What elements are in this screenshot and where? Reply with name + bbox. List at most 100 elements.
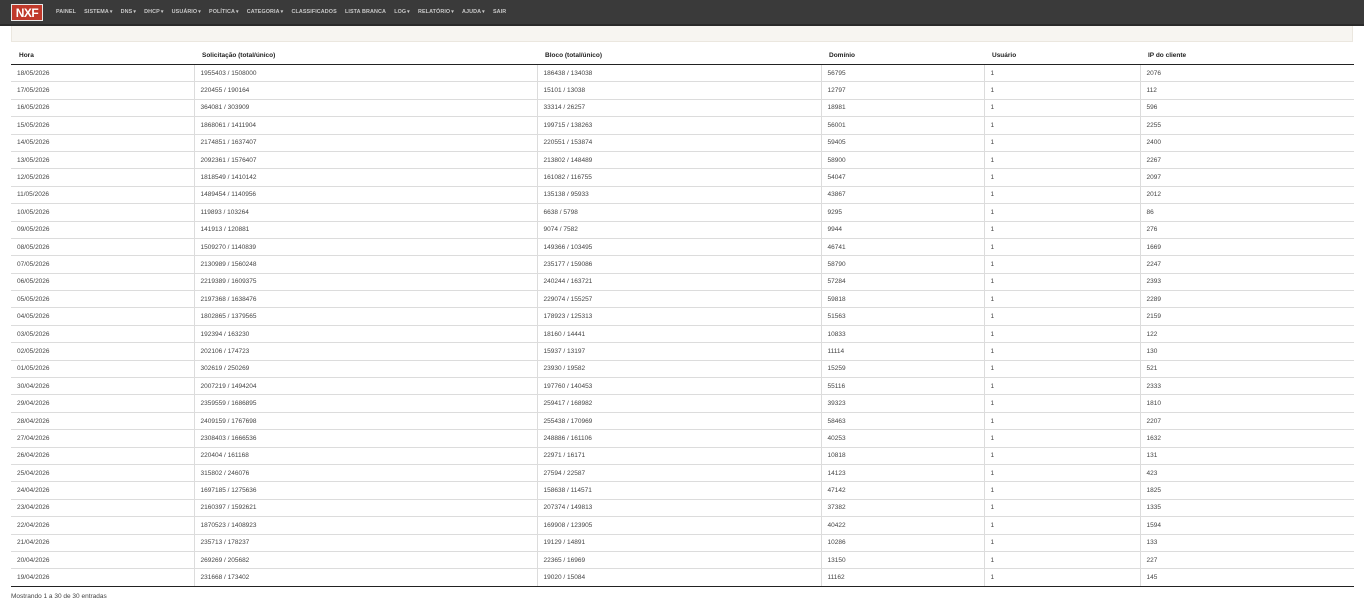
table-cell: 16/05/2026 — [11, 98, 194, 117]
table-cell: 240244 / 163721 — [536, 272, 821, 291]
chevron-down-icon: ▾ — [133, 9, 136, 15]
table-cell: 2097 — [1139, 168, 1354, 187]
table-cell: 186438 / 134038 — [536, 63, 821, 82]
menu-item-classificados[interactable]: Classificados — [291, 9, 336, 15]
table-cell: 315802 / 246076 — [193, 463, 537, 482]
table-cell: 1697185 / 1275636 — [193, 481, 537, 500]
table-cell: 10/05/2026 — [11, 203, 194, 222]
table-cell: 202106 / 174723 — [193, 342, 537, 361]
table-cell: 197760 / 140453 — [536, 377, 821, 395]
table-cell: 213802 / 148489 — [536, 150, 821, 169]
table-cell: 1 — [983, 429, 1140, 448]
table-cell: 1 — [983, 150, 1140, 169]
table-row: 30/04/2026 2007219 / 1494204 197760 / 1404… — [11, 377, 1354, 395]
table-cell: 2409159 / 1767698 — [193, 411, 537, 430]
table-cell: 1 — [983, 272, 1140, 291]
column-header[interactable]: Domínio — [821, 46, 984, 65]
table-cell: 1 — [983, 133, 1140, 152]
menu-item-label: Painel — [56, 9, 76, 15]
column-header[interactable]: Bloco (total/único) — [537, 46, 821, 65]
table-cell: 10818 — [820, 446, 984, 465]
table-cell: 135138 / 95933 — [536, 185, 821, 204]
table-cell: 55116 — [820, 377, 984, 395]
table-cell: 13/05/2026 — [11, 150, 194, 169]
table-cell: 596 — [1139, 98, 1354, 117]
table-cell: 2359559 / 1686895 — [193, 394, 537, 413]
table-cell: 141913 / 120881 — [193, 220, 537, 239]
table-cell: 1669 — [1139, 237, 1354, 256]
table-cell: 269269 / 205682 — [193, 550, 537, 569]
menu-item-lista-branca[interactable]: Lista Branca — [345, 9, 386, 15]
table-cell: 1802865 / 1379565 — [193, 307, 537, 326]
menu-item-dhcp[interactable]: DHCP▾ — [144, 9, 163, 15]
table-cell: 18160 / 14441 — [536, 324, 821, 343]
table-cell: 37382 — [820, 498, 984, 517]
table-cell: 1870523 / 1408923 — [193, 516, 537, 535]
menu-item-categoria[interactable]: Categoria▾ — [247, 9, 283, 15]
table-cell: 1 — [983, 324, 1140, 343]
table-row: 06/05/2026 2219389 / 1609375 240244 / 1637… — [11, 272, 1354, 291]
menu-item-label: Sair — [492, 9, 507, 15]
table-cell: 1335 — [1139, 498, 1354, 517]
table-cell: 2219389 / 1609375 — [193, 272, 537, 291]
menu-item-relatório[interactable]: Relatório▾ — [418, 9, 454, 15]
table-cell: 2092361 / 1576407 — [193, 150, 537, 169]
table-cell: 1 — [983, 116, 1140, 135]
brand-logo[interactable]: NXF — [11, 3, 43, 21]
menu-item-ajuda[interactable]: Ajuda▾ — [462, 9, 485, 15]
table-cell: 112 — [1139, 81, 1354, 100]
menu-item-política[interactable]: Política▾ — [209, 9, 239, 15]
table-cell: 19129 / 14891 — [536, 533, 821, 552]
table-cell: 15/05/2026 — [11, 116, 194, 135]
chevron-down-icon: ▾ — [280, 9, 284, 15]
table-row: 16/05/2026 364081 / 303909 33314 / 26257 18… — [11, 98, 1354, 117]
table-cell: 17/05/2026 — [11, 81, 194, 100]
menu-item-label: Sistema — [84, 9, 109, 15]
table-cell: 58900 — [820, 150, 984, 169]
table-cell: 23/04/2026 — [11, 498, 194, 517]
table-cell: 2393 — [1139, 272, 1354, 291]
menu-item-log[interactable]: Log▾ — [394, 9, 410, 15]
menu-item-painel[interactable]: Painel — [56, 9, 76, 15]
table-cell: 59818 — [820, 290, 984, 308]
table-cell: 235177 / 159086 — [536, 255, 821, 274]
table-row: 25/04/2026 315802 / 246076 27594 / 22587 14… — [11, 463, 1354, 482]
column-header[interactable]: Solicitação (total/único) — [194, 46, 537, 65]
table-cell: 145 — [1139, 568, 1354, 587]
table-cell: 1 — [983, 307, 1140, 326]
table-cell: 169908 / 123905 — [536, 516, 821, 535]
table-cell: 02/05/2026 — [11, 342, 194, 361]
column-header[interactable]: Hora — [11, 46, 194, 65]
table-cell: 521 — [1139, 359, 1354, 378]
table-row: 23/04/2026 2160397 / 1592621 207374 / 1498… — [11, 498, 1354, 517]
table-cell: 255438 / 170969 — [536, 411, 821, 430]
menu-item-label: Relatório — [417, 9, 451, 15]
table-cell: 1 — [983, 359, 1140, 378]
table-cell: 1 — [983, 446, 1140, 465]
table-cell: 229074 / 155257 — [536, 290, 821, 308]
menu-item-dns[interactable]: DNS▾ — [121, 9, 136, 15]
table-row: 04/05/2026 1802865 / 1379565 178923 / 1253… — [11, 307, 1354, 326]
table-cell: 220404 / 161168 — [193, 446, 537, 465]
table-cell: 1 — [983, 550, 1140, 569]
table-cell: 1868061 / 1411904 — [193, 116, 537, 135]
table-cell: 08/05/2026 — [11, 237, 194, 256]
chevron-down-icon: ▾ — [235, 9, 239, 15]
menu-item-usuário[interactable]: Usuário▾ — [172, 9, 201, 15]
table-cell: 2012 — [1139, 185, 1354, 204]
table-cell: 01/05/2026 — [11, 359, 194, 378]
menu-item-sistema[interactable]: Sistema▾ — [84, 9, 112, 15]
menu-item-sair[interactable]: Sair — [493, 9, 506, 15]
table-cell: 2400 — [1139, 133, 1354, 152]
table-cell: 207374 / 149813 — [536, 498, 821, 517]
table-cell: 58463 — [820, 411, 984, 430]
column-header[interactable]: Usuário — [984, 46, 1140, 65]
table-row: 02/05/2026 202106 / 174723 15937 / 13197 11… — [11, 342, 1354, 361]
table-row: 27/04/2026 2308403 / 1666536 248886 / 1611… — [11, 429, 1354, 448]
table-cell: 1 — [983, 203, 1140, 222]
column-header[interactable]: IP do cliente — [1140, 46, 1354, 65]
table-row: 08/05/2026 1509270 / 1140839 149366 / 1034… — [11, 237, 1354, 256]
table-cell: 302619 / 250269 — [193, 359, 537, 378]
menu-item-label: Ajuda — [462, 9, 482, 15]
table-cell: 43867 — [820, 185, 984, 204]
